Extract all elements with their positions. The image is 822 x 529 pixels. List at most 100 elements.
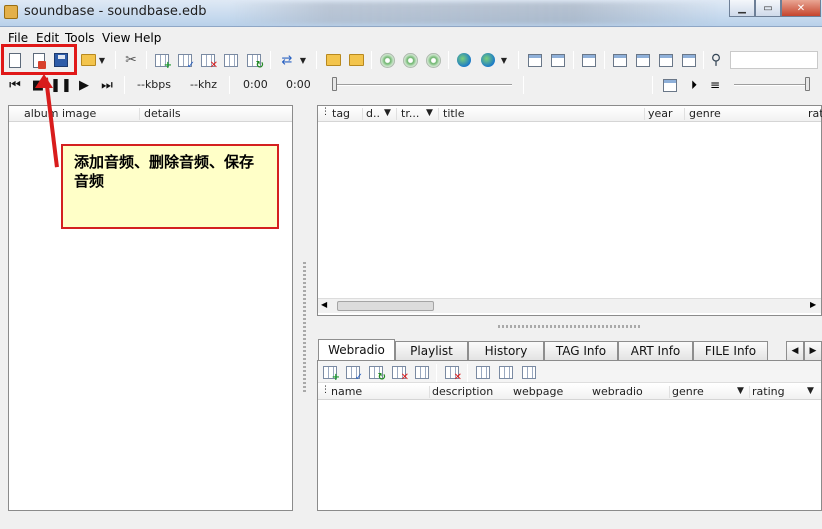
pause-button[interactable]: ❚❚ — [50, 75, 72, 95]
cd-button-1[interactable] — [377, 50, 397, 70]
webradio-add-button[interactable] — [320, 362, 340, 383]
column-name[interactable]: name — [331, 385, 362, 398]
window-button-1[interactable] — [525, 50, 545, 70]
folder-button[interactable] — [323, 50, 343, 70]
volume-slider-thumb[interactable] — [805, 77, 810, 91]
tab-tag-info[interactable]: TAG Info — [544, 341, 618, 360]
column-title[interactable]: title — [443, 107, 465, 120]
column-rating[interactable]: rat — [808, 107, 822, 120]
seek-slider[interactable] — [332, 84, 512, 86]
volume-button[interactable]: ≡ — [705, 75, 725, 95]
column-webpage[interactable]: webpage — [513, 385, 563, 398]
search-input[interactable] — [730, 51, 818, 69]
folder-star-icon — [348, 54, 364, 66]
webradio-remove-button[interactable] — [442, 362, 462, 383]
layout-button-1[interactable] — [610, 50, 630, 70]
tab-scroll-right-button[interactable]: ▶ — [804, 341, 822, 360]
search-button[interactable]: ⚲ — [706, 50, 726, 70]
column-divider — [438, 108, 439, 120]
open-dropdown-button[interactable]: ▼ — [96, 50, 108, 70]
column-rating-dropdown-icon[interactable]: ▼ — [807, 386, 814, 396]
info-button[interactable] — [579, 50, 599, 70]
tab-webradio[interactable]: Webradio — [318, 339, 395, 360]
menu-edit[interactable]: Edit — [36, 31, 59, 45]
globe-button-1[interactable] — [454, 50, 474, 70]
menu-file[interactable]: File — [8, 31, 28, 45]
tab-file-info[interactable]: FILE Info — [693, 341, 768, 360]
volume-slider[interactable] — [734, 84, 810, 86]
tools-button[interactable]: ✂ — [121, 50, 141, 70]
menu-help[interactable]: Help — [134, 31, 161, 45]
cd-icon — [379, 52, 395, 68]
cd-button-2[interactable] — [400, 50, 420, 70]
column-tag[interactable]: tag — [332, 107, 350, 120]
column-track-dropdown-icon[interactable]: ▼ — [426, 108, 433, 118]
cd-icon — [402, 52, 418, 68]
column-rating[interactable]: rating — [752, 385, 785, 398]
scrollbar-thumb[interactable] — [337, 301, 434, 311]
column-genre[interactable]: genre — [672, 385, 704, 398]
column-disc[interactable]: d.. — [366, 107, 380, 120]
check-row-button[interactable] — [175, 50, 195, 71]
playback-mode-button[interactable]: ⏵ — [684, 75, 704, 95]
import-button[interactable]: ⇄ — [277, 50, 297, 70]
column-genre[interactable]: genre — [689, 107, 721, 120]
play-button[interactable]: ▶ — [74, 75, 94, 95]
grid-view-button[interactable] — [221, 50, 241, 70]
next-button[interactable]: ⏭ — [97, 75, 117, 95]
webradio-grid-button[interactable] — [412, 362, 432, 382]
seek-slider-thumb[interactable] — [332, 77, 337, 91]
tab-art-info[interactable]: ART Info — [618, 341, 693, 360]
refresh-grid-button[interactable] — [244, 50, 264, 71]
vertical-splitter[interactable] — [303, 262, 306, 392]
column-disc-dropdown-icon[interactable]: ▼ — [384, 108, 391, 118]
column-chooser-icon[interactable]: ⋮ — [321, 107, 330, 117]
webradio-globe-button[interactable] — [519, 362, 539, 382]
elapsed-time: 0:00 — [243, 78, 268, 91]
column-webradio[interactable]: webradio — [592, 385, 643, 398]
menu-view[interactable]: View — [102, 31, 130, 45]
folder-star-button[interactable] — [346, 50, 366, 70]
close-button[interactable]: ✕ — [781, 0, 821, 17]
horizontal-splitter[interactable] — [498, 325, 641, 328]
cd-button-3[interactable] — [423, 50, 443, 70]
open-folder-icon — [80, 54, 96, 66]
webradio-delete-button[interactable] — [389, 362, 409, 383]
webradio-check-button[interactable] — [343, 362, 363, 383]
window-button-2[interactable] — [548, 50, 568, 70]
globe-icon — [457, 53, 471, 67]
layout-button-3[interactable] — [656, 50, 676, 70]
horizontal-scrollbar[interactable]: ◀ ▶ — [318, 298, 821, 313]
blurred-title-area — [230, 2, 720, 24]
tab-scroll-left-button[interactable]: ◀ — [786, 341, 804, 360]
tools-icon: ✂ — [125, 52, 137, 68]
layout-button-4[interactable] — [679, 50, 699, 70]
maximize-button[interactable]: ▭ — [755, 0, 781, 17]
open-folder-button[interactable] — [78, 50, 98, 70]
minimize-button[interactable]: ▁ — [729, 0, 755, 17]
webradio-list-button[interactable] — [473, 362, 493, 382]
previous-button[interactable]: ⏮ — [5, 75, 25, 95]
scroll-left-icon[interactable]: ◀ — [321, 300, 327, 309]
column-year[interactable]: year — [648, 107, 673, 120]
column-track[interactable]: tr... — [401, 107, 419, 120]
import-dropdown-button[interactable]: ▼ — [297, 50, 309, 70]
column-details[interactable]: details — [144, 107, 181, 120]
tab-playlist[interactable]: Playlist — [395, 341, 468, 360]
layout-button-2[interactable] — [633, 50, 653, 70]
add-row-button[interactable] — [152, 50, 172, 71]
column-chooser-icon[interactable]: ⋮ — [321, 385, 330, 395]
globe-dropdown-button[interactable]: ▼ — [498, 50, 510, 70]
column-album-image[interactable]: album image — [24, 107, 96, 120]
grid-icon — [224, 53, 238, 67]
column-genre-dropdown-icon[interactable]: ▼ — [737, 386, 744, 396]
tab-history[interactable]: History — [468, 341, 544, 360]
globe-button-2[interactable] — [478, 50, 498, 70]
webradio-refresh-button[interactable] — [366, 362, 386, 383]
delete-row-button[interactable] — [198, 50, 218, 71]
equalizer-button[interactable] — [660, 75, 680, 95]
column-description[interactable]: description — [432, 385, 493, 398]
menu-tools[interactable]: Tools — [65, 31, 95, 45]
scroll-right-icon[interactable]: ▶ — [810, 300, 816, 309]
webradio-table-button[interactable] — [496, 362, 516, 382]
